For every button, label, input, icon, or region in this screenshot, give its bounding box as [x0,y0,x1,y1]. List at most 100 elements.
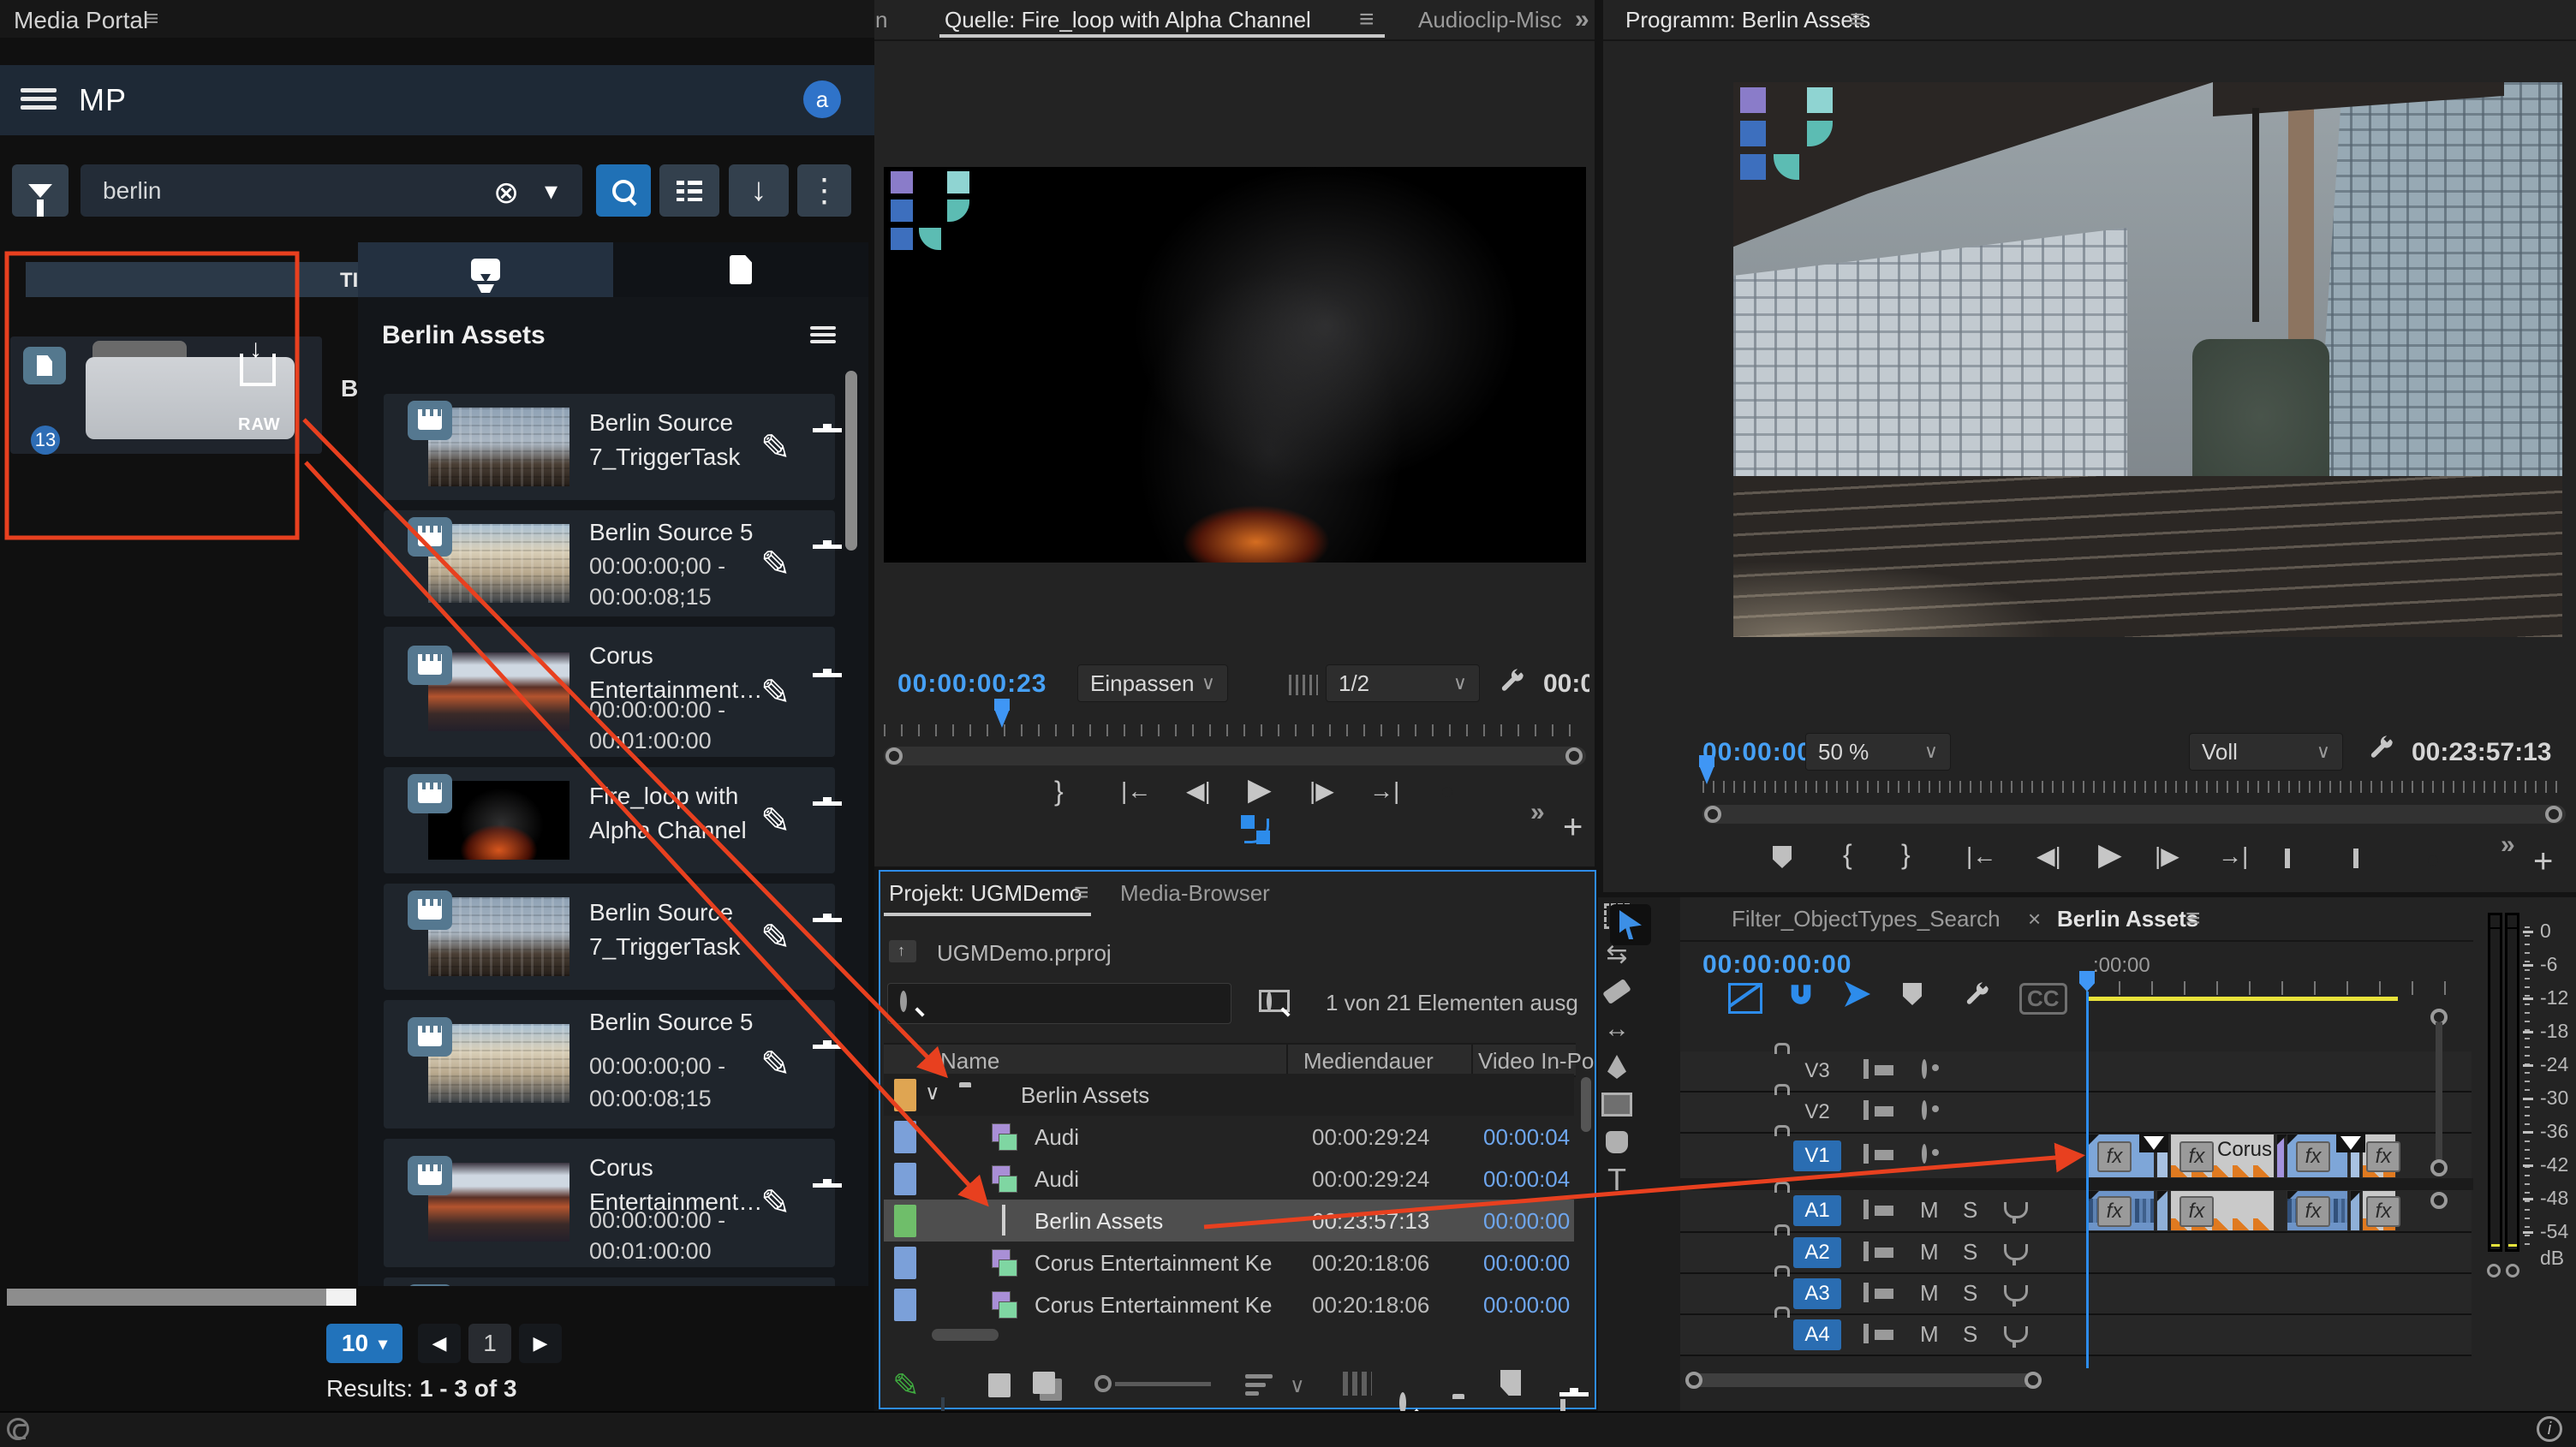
tool-razor[interactable] [1598,973,1636,1010]
column-video-in[interactable]: Video In-Po [1478,1048,1594,1075]
transport-overflow-icon[interactable]: » [2501,831,2515,860]
search-caret-icon[interactable]: ▾ [545,176,558,206]
track-name-v3[interactable]: V3 [1793,1056,1841,1087]
zoom-slider-track[interactable] [1115,1382,1211,1386]
settings-wrench-icon[interactable] [1498,668,1527,697]
more-options-button[interactable]: ⋮ [797,164,851,217]
download-button[interactable]: ↓ [729,164,789,217]
add-marker-button[interactable] [1773,846,1792,868]
extract-button[interactable] [2353,849,2358,868]
horizontal-scrollbar[interactable] [7,1289,356,1306]
source-ruler[interactable] [884,724,1586,736]
tab-sequence-2[interactable]: Berlin Assets [2057,906,2198,932]
program-video[interactable] [1733,82,2562,637]
scroll-handle-left[interactable] [1704,806,1721,823]
view-mode-button[interactable] [659,164,719,217]
project-panel-menu-icon[interactable]: ≡ [1074,878,1089,908]
search-button[interactable] [596,164,651,217]
tab-fragment[interactable]: n [875,7,887,33]
timeline-clip[interactable]: fx Corus [2170,1134,2275,1178]
tab-source[interactable]: Quelle: Fire_loop with Alpha Channel [945,7,1311,33]
track-output-icon[interactable] [1922,1100,1927,1120]
table-row[interactable]: ∨ Berlin Assets [884,1074,1574,1116]
timeline-hscrollbar[interactable] [1685,1373,2038,1387]
track-name-a3[interactable]: A3 [1793,1278,1841,1309]
quality-select[interactable]: Voll∨ [2189,733,2343,771]
label-chip[interactable] [894,1247,916,1279]
zoom-level-select[interactable]: 50 %∨ [1805,733,1951,771]
source-timecode[interactable]: 00:00:00:23 [897,670,1046,699]
tab-sequence-1[interactable]: Filter_ObjectTypes_Search [1732,906,2001,932]
source-patch-icon[interactable] [1863,1200,1869,1219]
scrollbar[interactable] [845,371,857,551]
zoom-handle-left[interactable] [1685,1372,1702,1389]
tab-media-browser[interactable]: Media-Browser [1120,880,1270,907]
tab-overflow-icon[interactable]: » [1575,5,1589,34]
channel-left-toggle[interactable] [2487,1264,2501,1277]
source-video[interactable] [884,167,1586,563]
list-item[interactable]: Fire_loop with Alpha Channel ✎ [384,767,835,873]
drag-audio-icon[interactable] [1289,675,1318,695]
list-item[interactable]: Berlin Source 7_TriggerTask ✎ [384,394,835,500]
column-divider[interactable] [1286,1045,1288,1075]
tool-slip[interactable]: ↔ [1598,1010,1636,1048]
edit-icon[interactable]: ✎ [760,543,790,585]
zoom-handle-right[interactable] [2024,1372,2042,1389]
track-a2[interactable]: A2 M S [1680,1233,2472,1274]
tab-program[interactable]: Programm: Berlin Assets [1625,7,1870,33]
scroll-handle-right[interactable] [1565,747,1583,765]
track-separator[interactable] [1680,1178,2473,1190]
timeline-ruler[interactable] [2086,981,2463,995]
tab-audio-mixer[interactable]: Audioclip-Mischer: Berli [1418,7,1562,33]
snap-magnet-icon[interactable] [1786,981,1816,1010]
track-v1[interactable]: V1 fx fx Corus fx fx [1680,1134,2472,1180]
disclosure-icon[interactable]: ∨ [925,1081,940,1105]
mute-button[interactable]: M [1920,1321,1939,1348]
tool-selection[interactable] [1610,904,1651,945]
tool-rectangle[interactable] [1598,1086,1636,1123]
nest-toggle-icon[interactable] [1728,983,1762,1014]
column-duration[interactable]: Mediendauer [1303,1048,1434,1075]
track-a3[interactable]: A3 M S [1680,1274,2472,1315]
mark-out-button[interactable]: } [1054,777,1064,805]
source-patch-icon[interactable] [1863,1059,1869,1079]
solo-button[interactable]: S [1963,1239,1977,1265]
label-chip[interactable] [894,1205,916,1237]
go-to-in-button[interactable]: |← [1966,844,1996,868]
list-item[interactable]: Berlin Source 7_TriggerTask ✎ [384,884,835,990]
track-name-a4[interactable]: A4 [1793,1319,1841,1350]
step-back-button[interactable]: ◀| [2036,844,2061,868]
label-chip[interactable] [894,1289,916,1321]
go-to-in-button[interactable]: |← [1121,779,1151,803]
go-to-out-button[interactable]: →| [2218,844,2248,868]
download-tray-icon[interactable] [240,354,276,386]
timeline-clip-graphic[interactable] [2276,1134,2285,1178]
vscroll-handle-bottom[interactable] [2430,1159,2448,1176]
source-patch-icon[interactable] [1863,1100,1869,1120]
close-tab-icon[interactable]: × [2028,906,2041,932]
sort-caret-icon[interactable]: ∨ [1290,1373,1305,1398]
edit-icon[interactable]: ✎ [760,916,790,958]
settings-wrench-icon[interactable] [2367,735,2396,764]
tool-hand[interactable] [1598,1123,1636,1161]
tool-type[interactable]: T [1598,1161,1636,1199]
audio-clip[interactable]: fx [2170,1190,2275,1231]
track-name-a2[interactable]: A2 [1793,1237,1841,1268]
scroll-handle-left[interactable] [886,747,903,765]
add-button[interactable]: + [2533,844,2553,878]
table-hscrollbar[interactable] [932,1329,999,1341]
track-output-icon[interactable] [1922,1059,1927,1079]
navigate-up-icon[interactable]: ↑ [889,940,916,962]
clear-search-icon[interactable]: ⊗ [493,175,519,211]
go-to-out-button[interactable]: →| [1369,779,1399,803]
timeline-panel-menu-icon[interactable]: ≡ [2185,904,2201,933]
audio-clip-short[interactable] [2350,1190,2360,1231]
timeline-settings-icon[interactable] [1963,981,1992,1010]
audio-clip[interactable]: fx [2287,1190,2348,1231]
solo-button[interactable]: S [1963,1197,1977,1224]
play-button[interactable]: ▶ [1248,774,1272,805]
edit-icon[interactable]: ✎ [760,426,790,468]
creative-cloud-icon[interactable] [7,1418,29,1440]
table-row[interactable]: Corus Entertainment Ke 00:20:18:06 00:00… [884,1283,1574,1325]
automate-icon[interactable] [1343,1372,1372,1396]
